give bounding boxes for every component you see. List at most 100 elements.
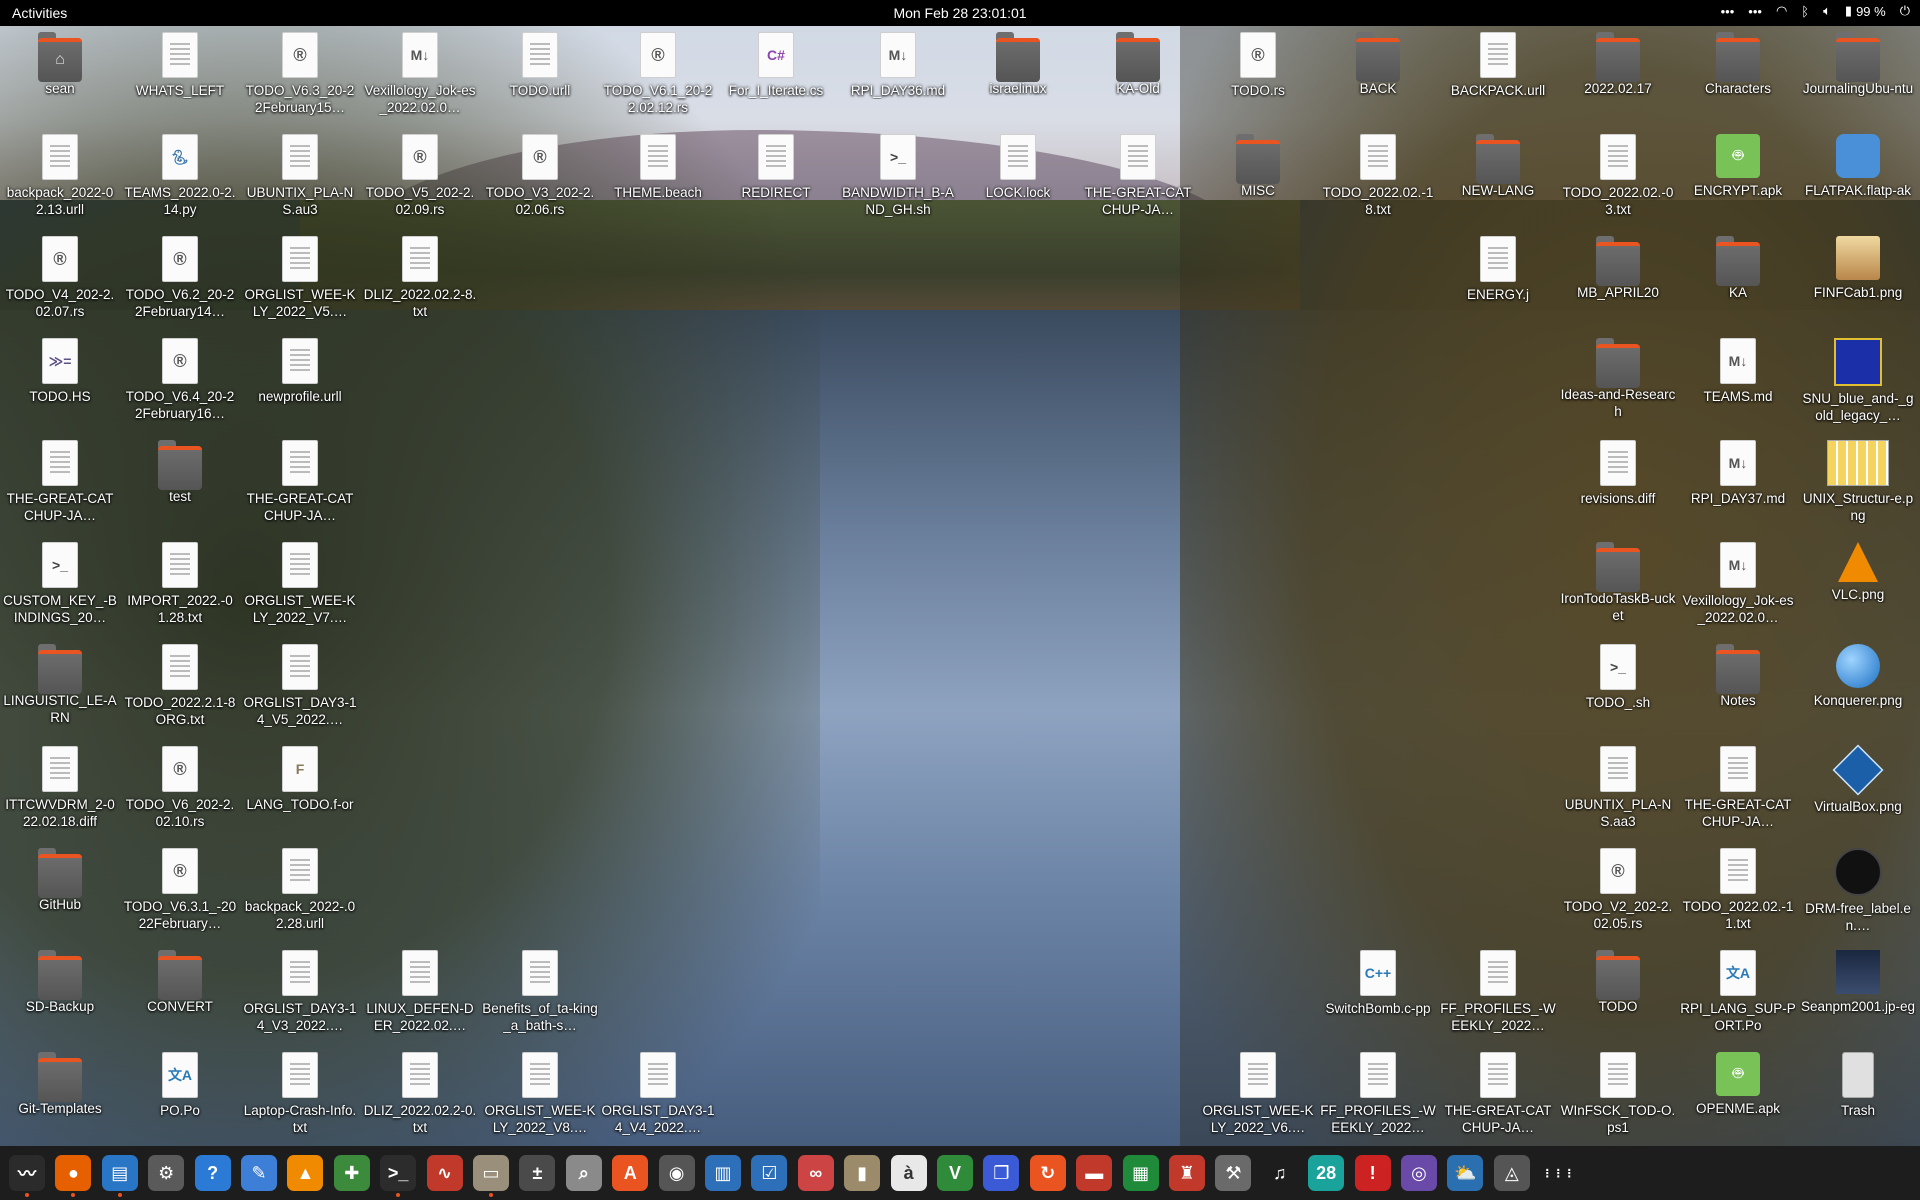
battery-indicator[interactable]: ▮ 99 % bbox=[1845, 3, 1886, 19]
puzzle-icon[interactable]: ✚ bbox=[333, 1155, 370, 1191]
desktop-icon[interactable]: >_ CUSTOM_KEY_-BINDINGS_20… bbox=[2, 536, 118, 636]
desktop-icon[interactable]: TODO bbox=[1560, 944, 1676, 1044]
software-center-icon[interactable]: A bbox=[612, 1155, 649, 1191]
desktop-icon[interactable]: ® TODO_V6.3.1_-2022February… bbox=[122, 842, 238, 942]
desktop-icon[interactable]: ≫= TODO.HS bbox=[2, 332, 118, 432]
desktop-icon[interactable]: Notes bbox=[1680, 638, 1796, 738]
desktop-icon[interactable]: KA-Old bbox=[1080, 26, 1196, 126]
desktop-icon[interactable]: M↓ Vexillology_Jok-es_2022.02.0… bbox=[362, 26, 478, 126]
desktop-icon[interactable]: C++ SwitchBomb.c-pp bbox=[1320, 944, 1436, 1044]
terminal-icon[interactable]: >_ bbox=[380, 1155, 417, 1197]
desktop-icon[interactable]: WHATS_LEFT bbox=[122, 26, 238, 126]
files-icon[interactable]: ▭ bbox=[473, 1155, 509, 1197]
desktop-icon[interactable]: ORGLIST_WEE-KLY_2022_V6.… bbox=[1200, 1046, 1316, 1146]
desktop-icon[interactable]: KA bbox=[1680, 230, 1796, 330]
desktop-icon[interactable]: THE-GREAT-CATCHUP-JA… bbox=[1440, 1046, 1556, 1146]
desktop-icon[interactable]: M↓ RPI_DAY36.md bbox=[840, 26, 956, 126]
volume-icon[interactable]: 🔈︎ bbox=[1823, 3, 1831, 19]
desktop-icon[interactable]: IMPORT_2022.-01.28.txt bbox=[122, 536, 238, 636]
desktop-icon[interactable]: 🤖︎ ENCRYPT.apk bbox=[1680, 128, 1796, 228]
glasses-icon[interactable]: ∞ bbox=[797, 1155, 834, 1191]
text-editor-icon[interactable]: ✎ bbox=[241, 1155, 277, 1191]
desktop-icon[interactable]: TODO_2022.02.-18.txt bbox=[1320, 128, 1436, 228]
desktop-icon[interactable]: VirtualBox.png bbox=[1800, 740, 1916, 840]
desktop-icon[interactable]: ® TODO_V6.3_20-22February15… bbox=[242, 26, 358, 126]
desktop-icon[interactable]: revisions.diff bbox=[1560, 434, 1676, 534]
bluetooth-icon[interactable]: ᛒ bbox=[1801, 4, 1809, 19]
desktop-icon[interactable]: M↓ TEAMS.md bbox=[1680, 332, 1796, 432]
desktop-icon[interactable]: TODO_2022.2.1-8ORG.txt bbox=[122, 638, 238, 738]
desktop-icon[interactable]: TODO_2022.02.-03.txt bbox=[1560, 128, 1676, 228]
settings-icon[interactable]: ⚙ bbox=[148, 1155, 185, 1191]
desktop-icon[interactable]: 🐍︎ TEAMS_2022.0-2.14.py bbox=[122, 128, 238, 228]
ubuntu-installer-icon[interactable]: ◬ bbox=[1493, 1155, 1530, 1191]
desktop-icon[interactable]: THE-GREAT-CATCHUP-JA… bbox=[2, 434, 118, 534]
help-icon[interactable]: ? bbox=[194, 1155, 231, 1191]
desktop-icon[interactable]: LOCK.lock bbox=[960, 128, 1076, 228]
desktop-icon[interactable]: ® TODO_V6.4_20-22February16… bbox=[122, 332, 238, 432]
desktop-icon[interactable]: NEW-LANG bbox=[1440, 128, 1556, 228]
desktop-icon[interactable]: BACKPACK.urll bbox=[1440, 26, 1556, 126]
vlc-icon[interactable]: ▲ bbox=[287, 1155, 324, 1191]
desktop-icon[interactable]: CONVERT bbox=[122, 944, 238, 1044]
desktop-icon[interactable]: LINGUISTIC_LE-ARN bbox=[2, 638, 118, 738]
desktop-icon[interactable]: DLIZ_2022.02.2-8.txt bbox=[362, 230, 478, 330]
desktop-icon[interactable]: Benefits_of_ta-king_a_bath-s… bbox=[482, 944, 598, 1044]
calculator-icon[interactable]: ± bbox=[519, 1155, 556, 1191]
desktop-icon[interactable]: Ideas-and-Research bbox=[1560, 332, 1676, 432]
desktop-icon[interactable]: THEME.beach bbox=[600, 128, 716, 228]
desktop-icon[interactable]: Konquerer.png bbox=[1800, 638, 1916, 738]
window-switcher-icon[interactable]: ❐ bbox=[983, 1155, 1020, 1191]
desktop-icon[interactable]: JournalingUbu-ntu bbox=[1800, 26, 1916, 126]
desktop-icon[interactable]: ® TODO_V5_202-2.02.09.rs bbox=[362, 128, 478, 228]
desktop-icon[interactable]: Trash bbox=[1800, 1046, 1916, 1146]
desktop-icon[interactable]: ORGLIST_DAY3-14_V3_2022.… bbox=[242, 944, 358, 1044]
mario-game-icon[interactable]: ♜ bbox=[1169, 1155, 1205, 1191]
desktop-icon[interactable]: backpack_2022-.02.28.urll bbox=[242, 842, 358, 942]
desktop-icon[interactable]: WInFSCK_TOD-O.ps1 bbox=[1560, 1046, 1676, 1146]
desktop-icon[interactable]: ® TODO_V6.2_20-22February14… bbox=[122, 230, 238, 330]
desktop-icon[interactable]: SNU_blue_and-_gold_legacy_… bbox=[1800, 332, 1916, 432]
desktop-icon[interactable]: backpack_2022-02.13.urll bbox=[2, 128, 118, 228]
desktop-icon[interactable]: >_ TODO_.sh bbox=[1560, 638, 1676, 738]
desktop-icon[interactable]: DRM-free_label.en.… bbox=[1800, 842, 1916, 942]
desktop-icon[interactable]: ENERGY.j bbox=[1440, 230, 1556, 330]
desktop-icon[interactable]: C# For_I_Iterate.cs bbox=[718, 26, 834, 126]
desktop-icon[interactable]: newprofile.urll bbox=[242, 332, 358, 432]
desktop-icon[interactable]: FF_PROFILES_-WEEKLY_2022… bbox=[1440, 944, 1556, 1044]
wifi-icon[interactable]: ◠ bbox=[1776, 3, 1787, 19]
desktop-icon[interactable]: ITTCWVDRM_2-022.02.18.diff bbox=[2, 740, 118, 840]
spreadsheet-icon[interactable]: ▦ bbox=[1122, 1155, 1159, 1191]
desktop-icon[interactable]: ® TODO_V3_202-2.02.06.rs bbox=[482, 128, 598, 228]
system-tray[interactable]: ••• ••• ◠ ᛒ 🔈︎ ▮ 99 % ⏻ bbox=[1721, 3, 1910, 19]
desktop-icon[interactable]: SD-Backup bbox=[2, 944, 118, 1044]
screenshot-icon[interactable]: ◎ bbox=[1401, 1155, 1437, 1191]
desktop-icon[interactable]: 🤖︎ OPENME.apk bbox=[1680, 1046, 1796, 1146]
desktop-icon[interactable]: THE-GREAT-CATCHUP-JA… bbox=[1680, 740, 1796, 840]
music-icon[interactable]: ♫ bbox=[1261, 1155, 1298, 1191]
document-viewer-icon[interactable]: ▬ bbox=[1076, 1155, 1113, 1191]
desktop-icon[interactable]: UNIX_Structur-e.png bbox=[1800, 434, 1916, 534]
desktop-icon[interactable]: 文A RPI_LANG_SUP-PORT.Po bbox=[1680, 944, 1796, 1044]
desktop-icon[interactable]: GitHub bbox=[2, 842, 118, 942]
desktop-icon[interactable]: BACK bbox=[1320, 26, 1436, 126]
desktop-icon[interactable]: MISC bbox=[1200, 128, 1316, 228]
desktop-icon[interactable]: test bbox=[122, 434, 238, 534]
text-document-viewer-icon[interactable]: ▤ bbox=[101, 1155, 138, 1197]
desktop-icon[interactable]: Laptop-Crash-Info.txt bbox=[242, 1046, 358, 1146]
desktop-icon[interactable]: REDIRECT bbox=[718, 128, 834, 228]
bookshelf-icon[interactable]: ▥ bbox=[705, 1155, 741, 1191]
image-viewer-icon[interactable]: ⌕ bbox=[565, 1155, 602, 1191]
desktop-icon[interactable]: F LANG_TODO.f-or bbox=[242, 740, 358, 840]
desktop-icon[interactable]: M↓ Vexillology_Jok-es_2022.02.0… bbox=[1680, 536, 1796, 636]
system-monitor-icon[interactable]: 〰 bbox=[9, 1155, 45, 1197]
show-applications-icon[interactable]: ⋮⋮⋮ bbox=[1540, 1155, 1577, 1191]
desktop-icon[interactable]: >_ BANDWIDTH_B-AND_GH.sh bbox=[840, 128, 956, 228]
activities-button[interactable]: Activities bbox=[12, 5, 67, 21]
desktop-icon[interactable]: M↓ RPI_DAY37.md bbox=[1680, 434, 1796, 534]
weather-icon[interactable]: ⛅ bbox=[1447, 1155, 1484, 1191]
power-menu-icon[interactable]: ⏻ bbox=[1900, 3, 1910, 19]
calendar-icon[interactable]: 28 bbox=[1308, 1155, 1345, 1191]
desktop-icon[interactable]: THE-GREAT-CATCHUP-JA… bbox=[242, 434, 358, 534]
desktop-icon[interactable]: ⌂ sean bbox=[2, 26, 118, 126]
